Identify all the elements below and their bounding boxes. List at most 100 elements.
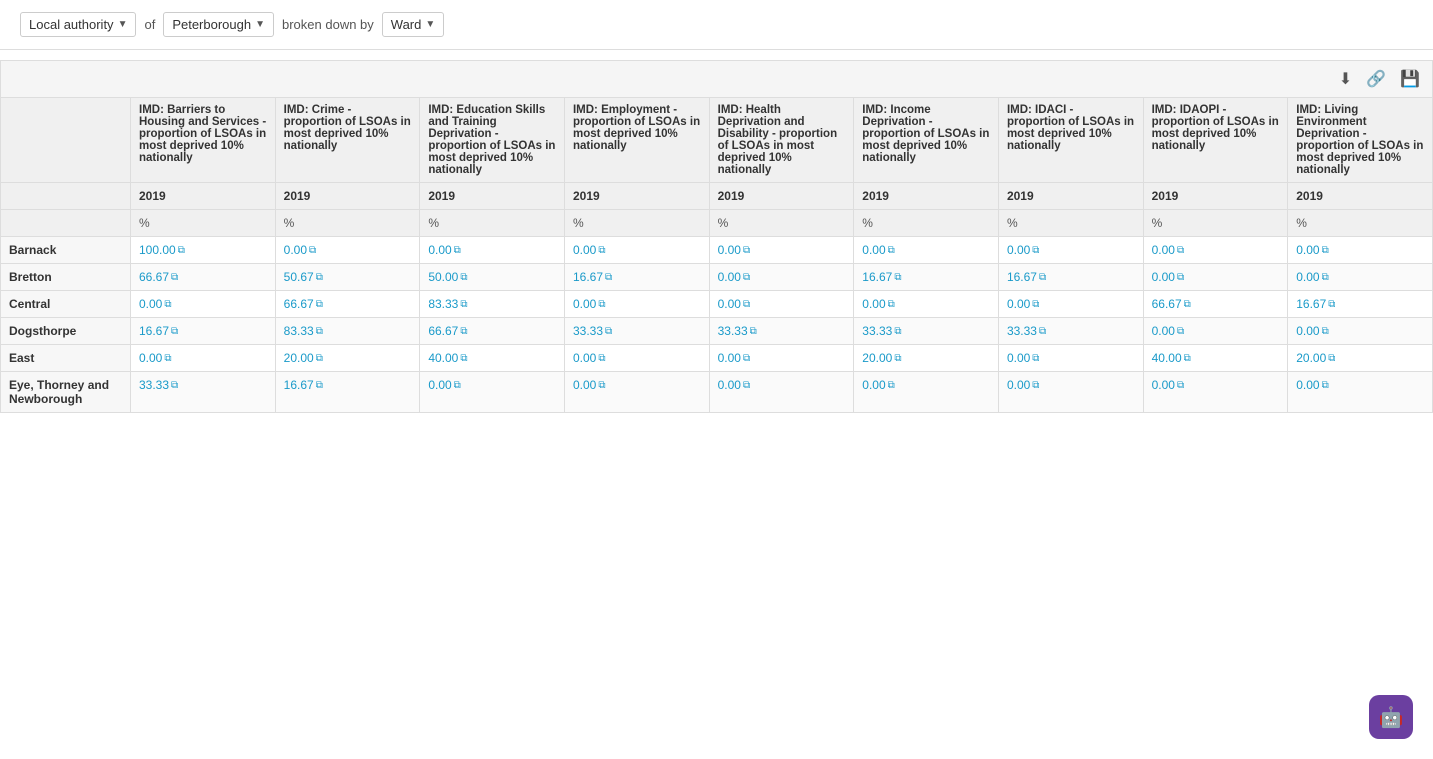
data-cell[interactable]: 0.00	[564, 372, 709, 413]
data-cell[interactable]: 33.33	[854, 318, 999, 345]
data-value-link[interactable]: 0.00	[428, 378, 461, 392]
data-cell[interactable]: 0.00	[998, 345, 1143, 372]
data-value-link[interactable]: 50.67	[284, 270, 323, 284]
data-cell[interactable]: 0.00	[998, 291, 1143, 318]
filter-peterborough[interactable]: Peterborough ▼	[163, 12, 274, 37]
data-value-link[interactable]: 0.00	[862, 378, 895, 392]
filter-local-authority[interactable]: Local authority ▼	[20, 12, 136, 37]
data-value-link[interactable]: 0.00	[1296, 324, 1329, 338]
data-value-link[interactable]: 66.67	[1152, 297, 1191, 311]
data-value-link[interactable]: 33.33	[862, 324, 901, 338]
data-cell[interactable]: 0.00	[420, 372, 565, 413]
download-button[interactable]: ⬇	[1335, 67, 1356, 91]
data-cell[interactable]: 0.00	[1288, 372, 1433, 413]
data-value-link[interactable]: 0.00	[1296, 378, 1329, 392]
data-value-link[interactable]: 0.00	[1007, 351, 1040, 365]
data-cell[interactable]: 16.67	[1288, 291, 1433, 318]
data-value-link[interactable]: 40.00	[428, 351, 467, 365]
data-value-link[interactable]: 0.00	[1007, 378, 1040, 392]
data-value-link[interactable]: 83.33	[284, 324, 323, 338]
data-value-link[interactable]: 66.67	[139, 270, 178, 284]
data-cell[interactable]: 16.67	[131, 318, 276, 345]
data-value-link[interactable]: 50.00	[428, 270, 467, 284]
data-cell[interactable]: 0.00	[420, 237, 565, 264]
data-value-link[interactable]: 0.00	[1007, 243, 1040, 257]
data-value-link[interactable]: 16.67	[1007, 270, 1046, 284]
data-value-link[interactable]: 0.00	[139, 351, 172, 365]
data-value-link[interactable]: 0.00	[862, 243, 895, 257]
data-cell[interactable]: 83.33	[275, 318, 420, 345]
data-value-link[interactable]: 0.00	[1296, 270, 1329, 284]
data-value-link[interactable]: 16.67	[284, 378, 323, 392]
data-value-link[interactable]: 100.00	[139, 243, 185, 257]
data-cell[interactable]: 0.00	[564, 291, 709, 318]
data-value-link[interactable]: 66.67	[428, 324, 467, 338]
data-value-link[interactable]: 40.00	[1152, 351, 1191, 365]
data-value-link[interactable]: 0.00	[1152, 324, 1185, 338]
data-cell[interactable]: 0.00	[131, 291, 276, 318]
data-cell[interactable]: 0.00	[1143, 372, 1288, 413]
data-value-link[interactable]: 0.00	[718, 243, 751, 257]
data-value-link[interactable]: 16.67	[573, 270, 612, 284]
data-cell[interactable]: 0.00	[709, 291, 854, 318]
data-cell[interactable]: 100.00	[131, 237, 276, 264]
data-cell[interactable]: 0.00	[1288, 237, 1433, 264]
data-value-link[interactable]: 0.00	[718, 378, 751, 392]
data-cell[interactable]: 20.00	[275, 345, 420, 372]
data-value-link[interactable]: 20.00	[284, 351, 323, 365]
data-value-link[interactable]: 16.67	[139, 324, 178, 338]
data-cell[interactable]: 0.00	[709, 345, 854, 372]
data-cell[interactable]: 16.67	[564, 264, 709, 291]
data-value-link[interactable]: 0.00	[428, 243, 461, 257]
data-value-link[interactable]: 20.00	[862, 351, 901, 365]
data-cell[interactable]: 0.00	[1288, 318, 1433, 345]
data-cell[interactable]: 16.67	[275, 372, 420, 413]
data-cell[interactable]: 0.00	[854, 291, 999, 318]
data-cell[interactable]: 33.33	[131, 372, 276, 413]
data-value-link[interactable]: 0.00	[573, 378, 606, 392]
data-cell[interactable]: 66.67	[1143, 291, 1288, 318]
data-value-link[interactable]: 20.00	[1296, 351, 1335, 365]
data-value-link[interactable]: 0.00	[862, 297, 895, 311]
data-cell[interactable]: 0.00	[709, 264, 854, 291]
data-cell[interactable]: 16.67	[998, 264, 1143, 291]
data-value-link[interactable]: 0.00	[1296, 243, 1329, 257]
data-cell[interactable]: 20.00	[1288, 345, 1433, 372]
data-cell[interactable]: 0.00	[1288, 264, 1433, 291]
data-value-link[interactable]: 0.00	[139, 297, 172, 311]
data-cell[interactable]: 0.00	[709, 372, 854, 413]
data-cell[interactable]: 40.00	[420, 345, 565, 372]
data-value-link[interactable]: 0.00	[573, 351, 606, 365]
data-value-link[interactable]: 33.33	[573, 324, 612, 338]
data-cell[interactable]: 83.33	[420, 291, 565, 318]
filter-ward[interactable]: Ward ▼	[382, 12, 444, 37]
data-cell[interactable]: 66.67	[420, 318, 565, 345]
data-cell[interactable]: 0.00	[1143, 318, 1288, 345]
data-cell[interactable]: 0.00	[131, 345, 276, 372]
data-value-link[interactable]: 0.00	[1007, 297, 1040, 311]
data-value-link[interactable]: 0.00	[1152, 243, 1185, 257]
data-value-link[interactable]: 0.00	[573, 297, 606, 311]
data-cell[interactable]: 0.00	[1143, 264, 1288, 291]
data-value-link[interactable]: 33.33	[1007, 324, 1046, 338]
data-cell[interactable]: 50.67	[275, 264, 420, 291]
data-cell[interactable]: 0.00	[709, 237, 854, 264]
data-cell[interactable]: 33.33	[564, 318, 709, 345]
data-cell[interactable]: 16.67	[854, 264, 999, 291]
data-value-link[interactable]: 66.67	[284, 297, 323, 311]
data-value-link[interactable]: 0.00	[1152, 378, 1185, 392]
data-value-link[interactable]: 33.33	[139, 378, 178, 392]
data-cell[interactable]: 50.00	[420, 264, 565, 291]
data-cell[interactable]: 66.67	[131, 264, 276, 291]
data-value-link[interactable]: 0.00	[284, 243, 317, 257]
data-value-link[interactable]: 16.67	[862, 270, 901, 284]
data-value-link[interactable]: 16.67	[1296, 297, 1335, 311]
save-button[interactable]: 💾	[1396, 67, 1424, 91]
data-cell[interactable]: 0.00	[275, 237, 420, 264]
chat-widget[interactable]: 🤖	[1369, 695, 1413, 739]
data-cell[interactable]: 0.00	[564, 237, 709, 264]
link-button[interactable]: 🔗	[1362, 67, 1390, 91]
data-cell[interactable]: 66.67	[275, 291, 420, 318]
data-cell[interactable]: 33.33	[998, 318, 1143, 345]
data-value-link[interactable]: 33.33	[718, 324, 757, 338]
